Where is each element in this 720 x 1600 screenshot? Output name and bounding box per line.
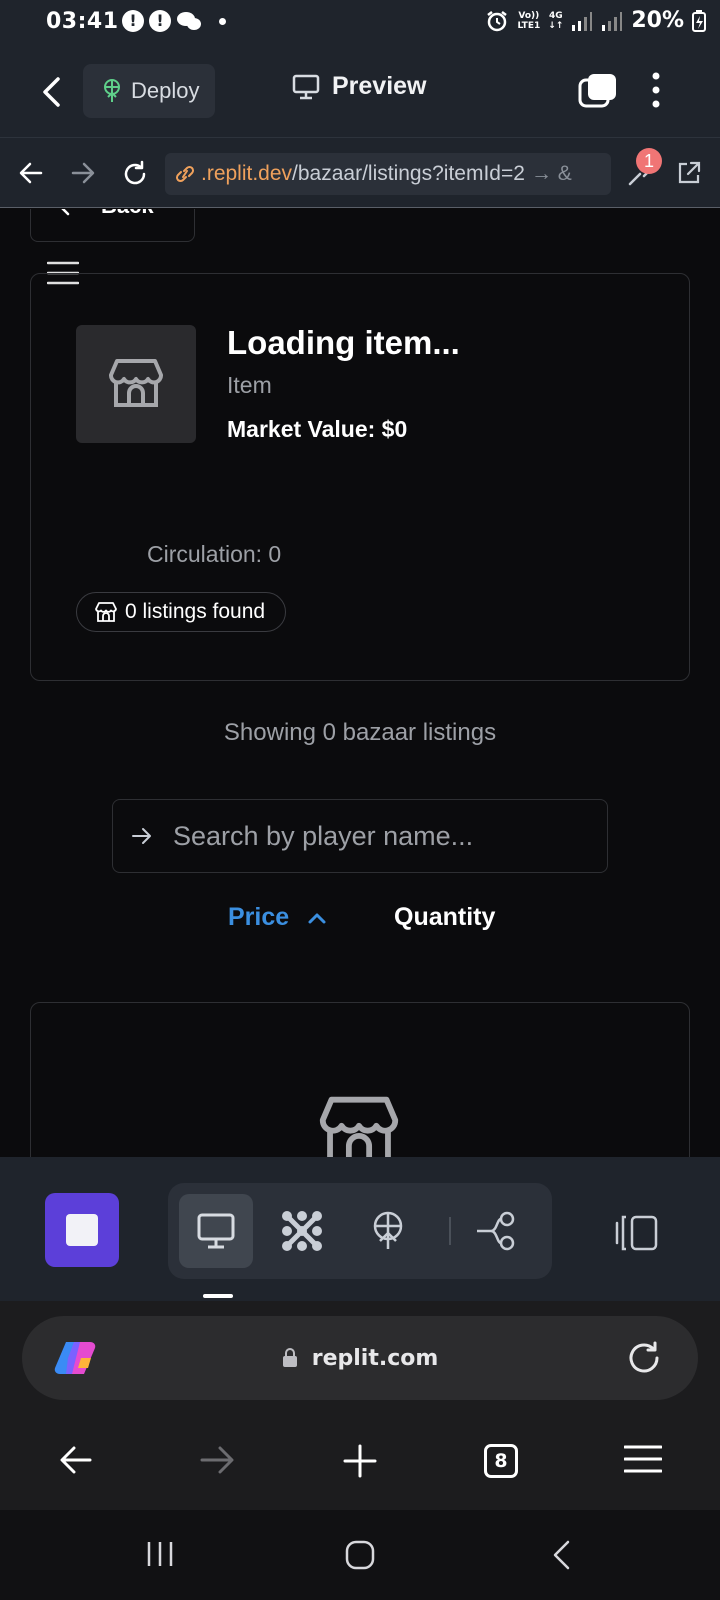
agent-icon (282, 1211, 322, 1251)
more-options-icon[interactable] (650, 72, 662, 108)
preview-title: Preview (292, 72, 427, 101)
sort-price-label: Price (228, 903, 290, 931)
browser-address: replit.com (22, 1316, 698, 1400)
listings-count-label: 0 listings found (125, 600, 266, 623)
tool-agent[interactable] (265, 1194, 339, 1268)
listings-count-badge: 0 listings found (76, 592, 287, 632)
back-label: Back (101, 209, 154, 219)
url-truncation: → & (530, 162, 572, 185)
workspace-header: Deploy Preview (0, 46, 720, 138)
alert-icon: ! (122, 10, 144, 32)
open-external-icon[interactable] (676, 160, 702, 186)
item-circulation: Circulation: 0 (147, 541, 282, 567)
tool-separator (449, 1217, 451, 1245)
home-icon[interactable] (345, 1540, 375, 1570)
chevron-up-icon (308, 913, 326, 923)
recent-apps-icon[interactable] (146, 1540, 174, 1568)
tool-git[interactable] (460, 1194, 534, 1268)
preview-url-bar: .replit.dev/bazaar/listings?itemId=2 → & (0, 138, 720, 208)
tool-deployments[interactable] (351, 1194, 425, 1268)
browser-reload-icon[interactable] (626, 1340, 662, 1376)
listings-results (30, 1002, 690, 1157)
alert-icon: ! (149, 10, 171, 32)
preview-label: Preview (332, 72, 427, 100)
arrow-right-icon (132, 828, 151, 844)
status-system-icons: Vo)) LTE1 4G ↓↑ 20% (485, 8, 706, 33)
deploy-button[interactable]: Deploy (83, 64, 215, 118)
item-title: Loading item... (227, 324, 460, 361)
back-chevron-icon[interactable] (38, 76, 66, 108)
back-button[interactable]: Back (30, 209, 195, 242)
preview-forward-icon[interactable] (70, 160, 96, 186)
sort-by-quantity-button[interactable]: Quantity (394, 903, 495, 932)
url-domain: .replit.dev (201, 162, 293, 185)
tool-switcher (168, 1183, 552, 1279)
store-icon (109, 359, 163, 407)
notification-dot-icon (219, 17, 226, 25)
arrow-left-icon (61, 209, 70, 215)
player-search (112, 799, 608, 873)
lock-icon (282, 1348, 297, 1367)
empty-store-icon (319, 1096, 399, 1157)
browser-forward-icon[interactable] (200, 1444, 234, 1476)
stop-icon (66, 1214, 98, 1246)
item-type: Item (227, 372, 272, 398)
panel-layout-icon[interactable] (614, 1213, 660, 1253)
battery-percentage: 20% (631, 8, 684, 33)
link-icon (175, 165, 195, 183)
system-navigation-bar (0, 1510, 720, 1600)
git-branch-icon (477, 1211, 515, 1251)
sort-by-price-button[interactable]: Price (228, 903, 327, 932)
status-notification-icons: ! ! (122, 10, 226, 32)
url-path: /bazaar/listings?itemId=2 (292, 162, 525, 185)
system-back-icon[interactable] (552, 1540, 572, 1570)
listings-summary: Showing 0 bazaar listings (223, 719, 497, 746)
alarm-icon (487, 10, 508, 31)
player-search-input[interactable] (173, 820, 573, 852)
status-time: 03:41 (46, 9, 119, 34)
network-type-indicator: 4G ↓↑ (548, 10, 564, 31)
deploy-icon (373, 1211, 403, 1249)
volte-indicator: Vo)) LTE1 (517, 10, 541, 31)
browser-address-text: replit.com (311, 1345, 439, 1371)
browser-address-bar[interactable]: replit.com (22, 1316, 698, 1400)
preview-url-field[interactable]: .replit.dev/bazaar/listings?itemId=2 → & (165, 153, 611, 195)
browser-toolbar: replit.com 8 (0, 1301, 720, 1510)
browser-back-icon[interactable] (60, 1444, 92, 1476)
signal-strength-icon (602, 11, 623, 31)
item-market-value: Market Value: $0 (227, 416, 408, 442)
battery-charging-icon (692, 9, 706, 32)
chat-bubbles-icon (177, 12, 201, 30)
preview-reload-icon[interactable] (121, 160, 149, 188)
item-image (76, 325, 196, 443)
tabs-switcher-icon[interactable] (578, 72, 618, 108)
stop-button[interactable] (45, 1193, 119, 1267)
status-bar: 03:41 ! ! Vo)) LTE1 4G ↓↑ 20% (0, 0, 720, 46)
browser-menu-icon[interactable] (624, 1444, 662, 1474)
monitor-icon (197, 1213, 235, 1249)
new-tab-icon[interactable] (343, 1444, 377, 1478)
deploy-label: Deploy (131, 78, 200, 103)
preview-back-icon[interactable] (18, 160, 44, 186)
preview-content: Back Loading item... Item Market Value: … (0, 209, 720, 1157)
devtools-badge: 1 (636, 148, 662, 174)
item-summary-card: Loading item... Item Market Value: $0 Ci… (30, 273, 690, 681)
signal-strength-icon (572, 11, 593, 31)
tool-preview[interactable] (179, 1194, 253, 1268)
active-tool-indicator (203, 1294, 233, 1298)
deploy-icon (104, 79, 120, 102)
tab-count-button[interactable]: 8 (484, 1444, 518, 1478)
store-icon (95, 602, 117, 622)
monitor-icon (292, 74, 320, 99)
workspace-toolbar (0, 1157, 720, 1301)
